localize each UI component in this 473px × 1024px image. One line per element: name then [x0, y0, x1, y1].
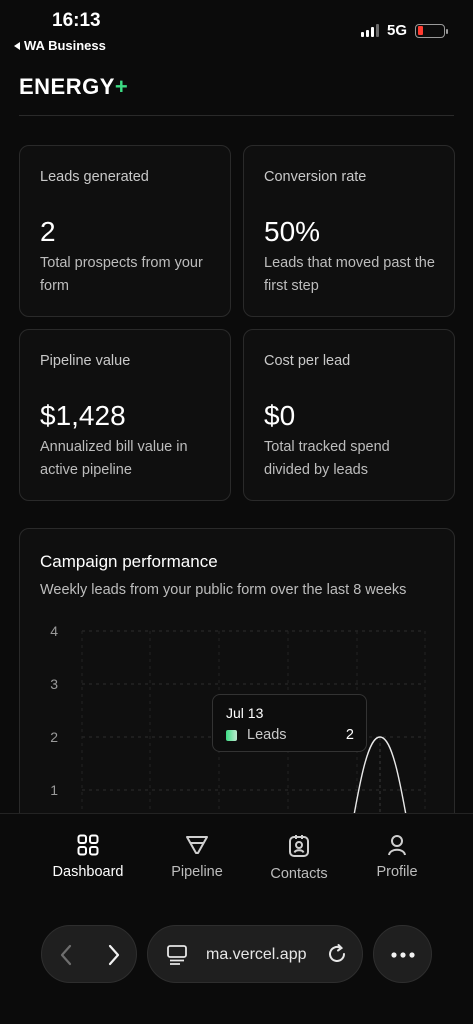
metric-label: Conversion rate [264, 169, 367, 185]
reload-icon[interactable] [326, 943, 348, 965]
tooltip-value: 2 [345, 727, 354, 743]
metric-value: 50% [264, 216, 321, 247]
tab-profile[interactable]: Profile [347, 834, 447, 880]
y-tick-label: 3 [50, 676, 58, 692]
back-app-label: WA Business [24, 38, 106, 53]
nav-buttons [41, 925, 137, 983]
tab-label: Profile [376, 864, 418, 880]
metric-label: Cost per lead [264, 353, 351, 369]
forward-chevron-icon[interactable] [106, 943, 122, 967]
tooltip-date: Jul 13 [226, 705, 264, 721]
contact-card-icon [289, 835, 309, 857]
battery-icon [415, 23, 448, 38]
person-icon [388, 835, 406, 856]
y-tick-label: 1 [50, 782, 58, 798]
back-triangle-icon [14, 41, 20, 50]
series-swatch-icon [226, 729, 237, 741]
signal-icon [360, 24, 379, 37]
tab-pipeline[interactable]: Pipeline [147, 834, 247, 880]
more-options-button[interactable] [373, 925, 432, 983]
metric-card-cost: Cost per lead $0 Total tracked spend div… [243, 329, 455, 501]
clock: 16:13 [52, 10, 101, 31]
brand-logo[interactable]: ENERGY+ [19, 74, 128, 100]
metric-value: 2 [40, 216, 56, 247]
network-type: 5G [386, 22, 407, 39]
metric-desc: Total prospects from your form [40, 255, 203, 294]
metric-desc: Leads that moved past the first step [264, 255, 435, 294]
tab-label: Contacts [270, 866, 328, 882]
campaign-performance-card: Campaign performance Weekly leads from y… [19, 528, 455, 848]
metric-desc: Annualized bill value in active pipeline [40, 439, 188, 478]
metric-card-conversion: Conversion rate 50% Leads that moved pas… [243, 145, 455, 317]
chart-tooltip: Jul 13 Leads 2 [212, 694, 367, 752]
metric-value: $1,428 [40, 400, 126, 431]
metric-card-pipeline: Pipeline value $1,428 Annualized bill va… [19, 329, 231, 501]
grid-icon [77, 834, 99, 856]
y-tick-label: 4 [50, 623, 58, 639]
status-bar: 16:13 WA Business 5G [0, 0, 473, 56]
status-indicators: 5G [360, 22, 448, 39]
tab-contacts[interactable]: Contacts [249, 834, 349, 882]
tooltip-row: Leads 2 [226, 727, 354, 743]
brand-name: ENERGY [19, 74, 115, 99]
back-to-app-link[interactable]: WA Business [14, 38, 106, 53]
address-bar[interactable]: ma.vercel.app [147, 925, 363, 983]
back-chevron-icon[interactable] [58, 943, 74, 967]
metric-label: Pipeline value [40, 353, 131, 369]
url-text: ma.vercel.app [206, 946, 307, 963]
browser-toolbar: ma.vercel.app [0, 909, 473, 1024]
tab-dashboard[interactable]: Dashboard [38, 834, 138, 880]
funnel-icon [186, 836, 208, 854]
brand-plus: + [114, 74, 129, 99]
ellipsis-icon [391, 952, 415, 958]
metric-label: Leads generated [40, 169, 149, 185]
tab-overview-icon[interactable] [166, 944, 188, 966]
header-divider [19, 115, 454, 116]
leads-area-chart[interactable]: 1 2 3 4 [20, 529, 455, 848]
metric-value: $0 [264, 400, 296, 431]
tab-label: Pipeline [171, 864, 223, 880]
bottom-tab-bar: Dashboard Pipeline Contacts Profile [0, 813, 473, 909]
y-tick-label: 2 [50, 729, 58, 745]
metric-desc: Total tracked spend divided by leads [264, 439, 390, 478]
tab-label: Dashboard [52, 864, 124, 880]
tooltip-series: Leads [247, 727, 287, 743]
metric-card-leads: Leads generated 2 Total prospects from y… [19, 145, 231, 317]
